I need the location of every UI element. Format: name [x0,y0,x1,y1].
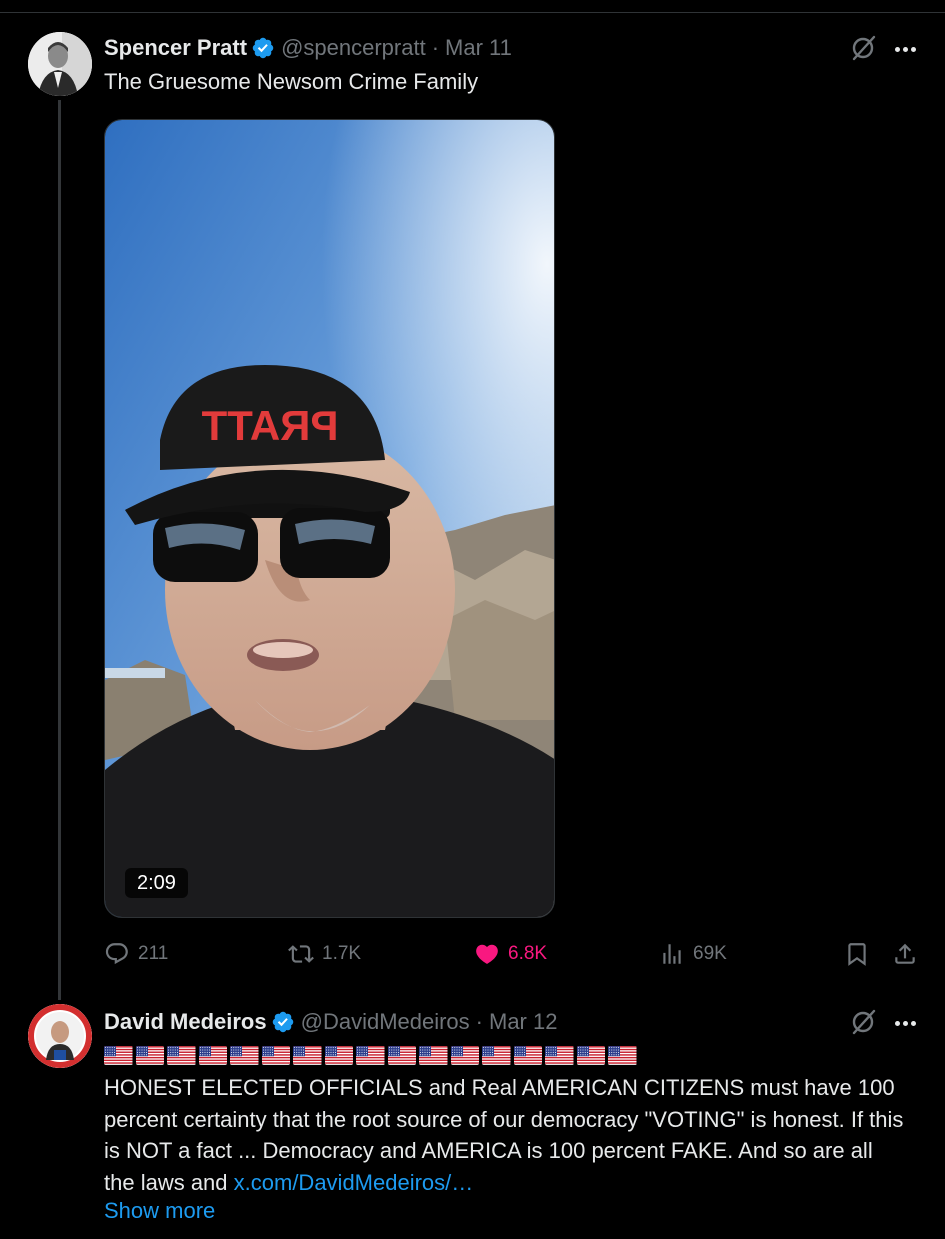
tweet-body: HONEST ELECTED OFFICIALS and Real AMERIC… [104,1075,904,1195]
verified-badge-icon [272,1011,293,1033]
us-flag-icon [356,1046,385,1065]
us-flag-emoji-row [104,1046,637,1065]
us-flag-icon [576,1046,605,1065]
video-duration: 2:09 [125,868,188,898]
bookmark-icon [848,943,866,966]
reply-count: 211 [138,943,169,964]
repost-button[interactable]: 1.7K [288,936,361,972]
like-count: 6.8K [508,943,548,964]
us-flag-icon [450,1046,479,1065]
us-flag-icon [419,1046,448,1065]
tweet-text: The Gruesome Newsom Crime Family [104,69,479,94]
cap-text: PRATT [201,402,338,449]
us-flag-icon [198,1046,227,1065]
us-flag-icon [167,1046,196,1065]
tweet-header: David Medeiros @DavidMedeiros · Mar 12 [104,1007,557,1037]
us-flag-icon [545,1046,574,1065]
tweet-header: Spencer Pratt @spencerpratt · Mar 11 [104,33,512,63]
views-button[interactable]: 69K [659,936,727,972]
display-name[interactable]: Spencer Pratt [104,35,247,61]
views-chart-icon [663,944,681,964]
post-date[interactable]: Mar 11 [445,35,512,61]
thread-connector-line [58,100,61,1000]
like-button[interactable]: 6.8K [474,936,547,972]
share-icon [895,943,915,964]
video-player[interactable]: PRATT 2:09 [104,119,555,918]
separator-dot: · [475,1009,483,1034]
show-more-link[interactable]: Show more [104,1198,215,1224]
heart-filled-icon [476,944,498,964]
user-handle[interactable]: @DavidMedeiros [301,1009,470,1035]
repost-count: 1.7K [322,943,362,964]
tweet-text: HONEST ELECTED OFFICIALS and Real AMERIC… [104,1072,904,1198]
us-flag-icon [293,1046,322,1065]
us-flag-icon [324,1046,353,1065]
us-flag-icon [513,1046,542,1065]
us-flag-icon [387,1046,416,1065]
video-thumbnail: PRATT [105,120,554,917]
us-flag-icon [104,1046,133,1065]
view-count: 69K [693,943,727,964]
reply-button[interactable]: 211 [104,936,168,972]
tweet-link[interactable]: x.com/DavidMedeiros/… [234,1170,474,1195]
us-flag-icon [230,1046,259,1065]
grok-icon[interactable] [849,1008,877,1036]
share-button[interactable] [892,936,926,972]
us-flag-icon [135,1046,164,1065]
verified-badge-icon [252,37,274,59]
us-flag-icon [482,1046,511,1065]
avatar-spencer-pratt[interactable] [28,32,92,96]
separator-dot: · [431,35,440,60]
post-date[interactable]: Mar 12 [489,1009,557,1035]
us-flag-icon [608,1046,637,1065]
user-handle[interactable]: @spencerpratt [281,35,426,61]
bookmark-button[interactable] [844,936,878,972]
display-name[interactable]: David Medeiros [104,1009,267,1035]
more-options-icon[interactable] [892,1010,918,1036]
avatar-david-medeiros[interactable] [28,1004,92,1068]
reply-icon [105,943,128,965]
grok-icon[interactable] [849,34,877,62]
top-divider [0,12,945,13]
us-flag-icon [261,1046,290,1065]
repost-icon [288,945,314,963]
tweet-actions: 211 1.7K 6.8K 69K [104,936,924,972]
more-options-icon[interactable] [892,36,918,62]
